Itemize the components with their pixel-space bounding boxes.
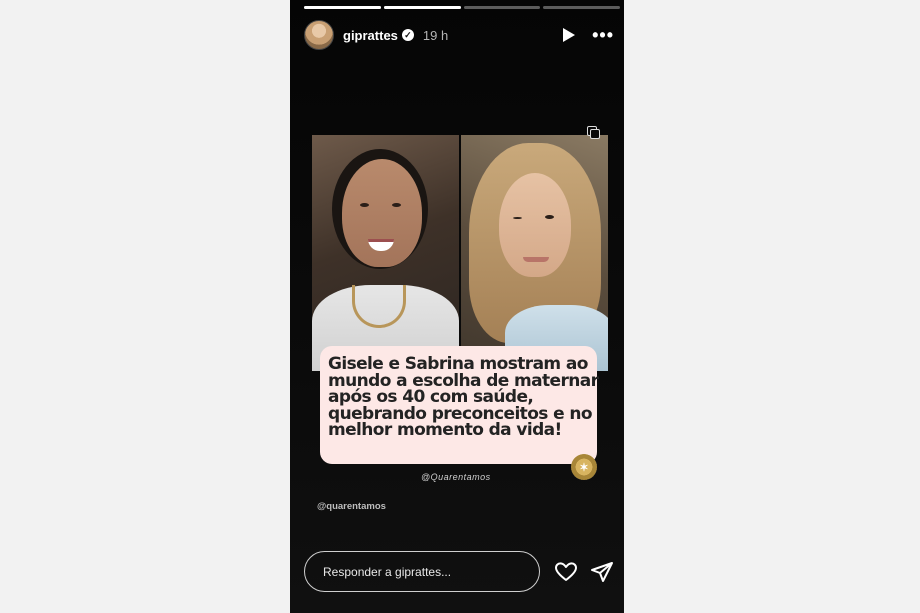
progress-segment bbox=[463, 6, 541, 9]
eye bbox=[360, 203, 369, 207]
play-icon[interactable] bbox=[562, 27, 576, 43]
avatar[interactable] bbox=[304, 20, 334, 50]
play-icon-glyph bbox=[563, 28, 576, 42]
story-progress-bar bbox=[304, 6, 620, 9]
eye bbox=[513, 217, 522, 219]
photo-gisele bbox=[461, 135, 608, 371]
brand-logo-icon: ✶ bbox=[571, 454, 597, 480]
reply-input[interactable]: Responder a giprattes... bbox=[304, 551, 540, 592]
more-icon[interactable]: ••• bbox=[592, 26, 614, 44]
eye bbox=[545, 215, 554, 219]
caption-line: melhor momento da vida! bbox=[328, 420, 562, 440]
heart-icon[interactable] bbox=[554, 560, 578, 584]
mention-link[interactable]: @quarentamos bbox=[317, 501, 386, 512]
progress-fill bbox=[383, 6, 461, 9]
username[interactable]: giprattes bbox=[343, 28, 398, 43]
post-time: 19 h bbox=[422, 27, 449, 43]
progress-segment bbox=[543, 6, 620, 9]
page-background: giprattes ✓ 19 h ••• Gisele e Sabrina mo… bbox=[0, 0, 920, 613]
progress-fill bbox=[304, 6, 381, 9]
heart-icon-glyph bbox=[555, 562, 577, 581]
multi-photo-icon bbox=[587, 126, 600, 139]
brand-handle: @Quarentamos bbox=[421, 472, 491, 482]
lips bbox=[523, 257, 549, 262]
send-icon-glyph bbox=[591, 562, 613, 582]
progress-segment bbox=[383, 6, 461, 9]
story-viewer[interactable]: giprattes ✓ 19 h ••• Gisele e Sabrina mo… bbox=[290, 0, 624, 613]
progress-segment bbox=[304, 6, 381, 9]
eye bbox=[392, 203, 401, 207]
caption-box: Gisele e Sabrina mostram ao mundo a esco… bbox=[320, 346, 599, 464]
copy-front-square bbox=[590, 129, 600, 139]
send-icon[interactable] bbox=[590, 560, 614, 584]
reply-placeholder: Responder a giprattes... bbox=[323, 564, 452, 579]
verified-badge-icon: ✓ bbox=[401, 29, 414, 41]
photo-sabrina bbox=[312, 135, 459, 371]
story-header: giprattes ✓ 19 h ••• bbox=[304, 20, 614, 50]
